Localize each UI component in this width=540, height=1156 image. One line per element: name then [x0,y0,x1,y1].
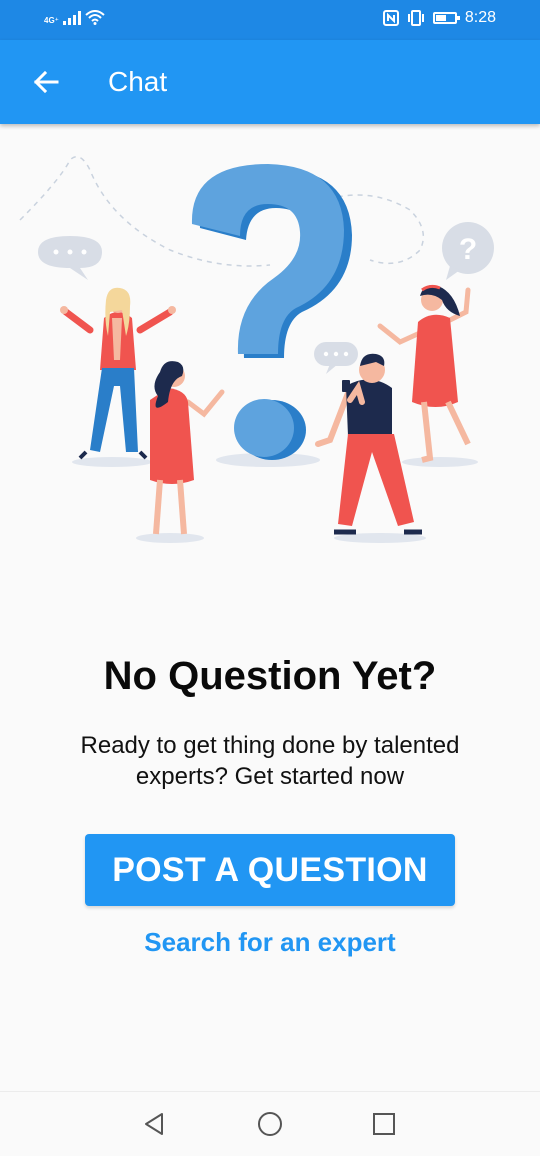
status-bar: 4G⁺ 8:28 [0,0,540,40]
nav-back-button[interactable] [138,1108,170,1140]
speech-bubble-question: ? [442,222,494,280]
wifi-icon [85,10,105,25]
empty-state-illustration: ? [19,155,494,543]
speech-bubble-middle [314,342,358,374]
nfc-icon [382,10,399,26]
status-right: 8:28 [382,9,496,27]
post-question-button[interactable]: POST A QUESTION [85,834,455,906]
empty-state-headline: No Question Yet? [103,654,437,698]
empty-state-subtitle: Ready to get thing done by talented expe… [80,732,460,790]
battery-icon [432,12,460,24]
back-triangle-icon [145,1113,163,1135]
network-type-label: 4G⁺ [44,16,59,25]
question-mark-graphic [191,164,352,467]
signal-icon [62,11,81,25]
nav-recents-button[interactable] [368,1108,400,1140]
recents-square-icon [373,1113,395,1135]
person-red-dress-woman [136,361,225,543]
system-nav-bar [0,1091,540,1156]
arrow-left-icon [33,70,59,94]
search-expert-link[interactable]: Search for an expert [0,924,540,960]
page-title: Chat [108,66,168,97]
app-bar: Chat [0,40,540,124]
svg-text:?: ? [459,233,477,266]
person-man [315,353,426,543]
status-left: 4G⁺ [44,10,105,25]
home-circle-icon [258,1112,282,1136]
vibrate-icon [407,10,424,26]
speech-bubble-left [38,236,102,280]
nav-home-button[interactable] [254,1108,286,1140]
back-button[interactable] [26,62,66,102]
status-time: 8:28 [464,9,496,26]
battery-fill [435,15,446,21]
